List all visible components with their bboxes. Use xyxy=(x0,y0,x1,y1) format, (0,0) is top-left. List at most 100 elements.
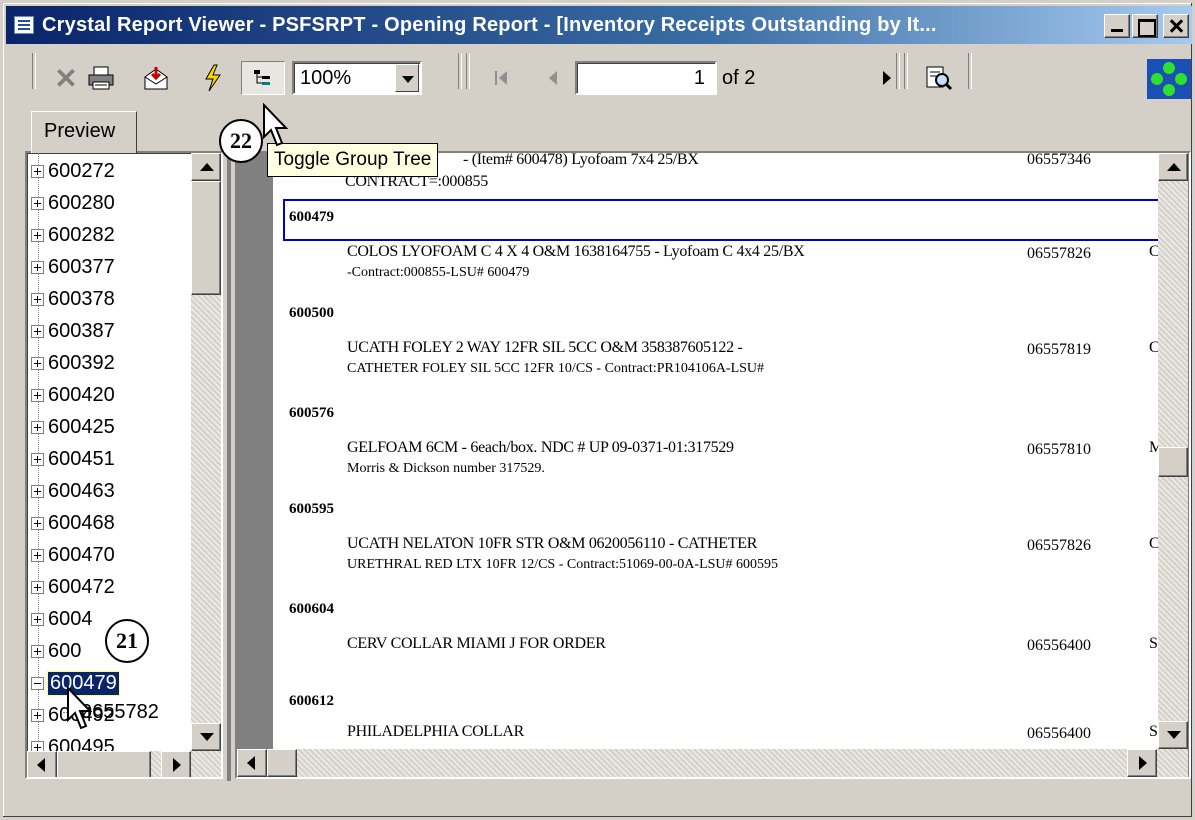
step-callout: 21 xyxy=(105,619,149,663)
toolbar: ✕ 100% 1 of 2 xyxy=(6,45,1192,111)
tree-item[interactable]: 600387 xyxy=(31,315,115,347)
scroll-right-button[interactable] xyxy=(161,751,191,777)
page-number-input[interactable]: 1 xyxy=(575,61,717,95)
tree-item[interactable]: 600463 xyxy=(31,475,115,507)
tree-item-label: 600377 xyxy=(48,255,115,278)
tree-item[interactable]: 600468 xyxy=(31,507,115,539)
tree-vertical-scrollbar[interactable] xyxy=(191,153,221,751)
group-header: 600612 xyxy=(289,693,334,709)
splitter-bar xyxy=(227,151,231,781)
tree-item-label: 600280 xyxy=(48,191,115,214)
tree-item[interactable]: 600451 xyxy=(31,443,115,475)
logo-dot xyxy=(1163,62,1175,74)
tree-item-label: 600472 xyxy=(48,575,115,598)
tree-item-label: 600282 xyxy=(48,223,115,246)
tree-item[interactable]: 6004 xyxy=(31,603,93,635)
group-header: 600479 xyxy=(289,209,334,225)
scroll-left-button[interactable] xyxy=(27,751,57,777)
expand-icon[interactable] xyxy=(31,324,44,338)
selected-group-highlight xyxy=(283,199,1158,241)
prev-page-icon[interactable] xyxy=(538,63,568,93)
tree-item[interactable]: 600420 xyxy=(31,379,115,411)
group-header: 600595 xyxy=(289,501,334,517)
tree-item[interactable]: 600472 xyxy=(31,571,115,603)
export-icon[interactable] xyxy=(141,63,171,93)
first-page-icon[interactable] xyxy=(486,63,516,93)
expand-icon[interactable] xyxy=(31,164,44,178)
tree-item[interactable]: 600280 xyxy=(31,187,115,219)
group-tree-icon[interactable] xyxy=(241,61,285,95)
group-header: 600500 xyxy=(289,305,334,321)
group-header: 600604 xyxy=(289,601,334,617)
zoom-value: 100% xyxy=(300,67,352,89)
tree-item-label: 600 xyxy=(48,639,82,662)
item-description: GELFOAM 6CM - 6each/box. NDC # UP 09-037… xyxy=(347,439,734,456)
expand-icon[interactable] xyxy=(31,708,44,722)
tree-item-label: 600392 xyxy=(48,351,115,374)
tree-item-label: 600451 xyxy=(48,447,115,470)
item-description-line2: Morris & Dickson number 317529. xyxy=(347,461,545,476)
receipt-number: 06557819 xyxy=(1027,341,1091,358)
collapse-icon[interactable] xyxy=(31,676,44,690)
tree-item[interactable]: 600378 xyxy=(31,283,115,315)
expand-icon[interactable] xyxy=(31,228,44,242)
tree-item[interactable]: 600 xyxy=(31,635,81,667)
search-icon[interactable] xyxy=(924,63,954,93)
expand-icon[interactable] xyxy=(31,292,44,306)
tree-item[interactable]: 600392 xyxy=(31,347,115,379)
group-tree-panel[interactable]: 600272 600280 600282 600377 600378 600387 6003… xyxy=(25,151,223,779)
scroll-up-button[interactable] xyxy=(1158,153,1188,181)
scroll-left-button[interactable] xyxy=(237,749,267,777)
expand-icon[interactable] xyxy=(31,260,44,274)
scroll-down-button[interactable] xyxy=(191,723,221,751)
item-description: UCATH FOLEY 2 WAY 12FR SIL 5CC O&M 35838… xyxy=(347,339,743,356)
scroll-right-button[interactable] xyxy=(1127,749,1157,777)
expand-icon[interactable] xyxy=(31,612,44,626)
tree-item-label: 600387 xyxy=(48,319,115,342)
report-horizontal-scrollbar[interactable] xyxy=(237,749,1188,777)
page-count-label: of 2 xyxy=(722,67,756,89)
expand-icon[interactable] xyxy=(31,484,44,498)
minimize-button[interactable] xyxy=(1104,14,1130,38)
tree-item[interactable]: 600425 xyxy=(31,411,115,443)
toolbar-separator xyxy=(896,53,900,89)
title-bar[interactable]: Crystal Report Viewer - PSFSRPT - Openin… xyxy=(6,6,1192,44)
tree-item-label: 600463 xyxy=(48,479,115,502)
tree-item[interactable]: 600282 xyxy=(31,219,115,251)
expand-icon[interactable] xyxy=(31,356,44,370)
scroll-thumb[interactable] xyxy=(267,749,297,777)
report-partial-number: 06557346 xyxy=(1027,153,1091,168)
scroll-down-button[interactable] xyxy=(1158,721,1188,749)
tree-horizontal-scrollbar[interactable] xyxy=(27,751,221,777)
expand-icon[interactable] xyxy=(31,644,44,658)
receipt-number: 06557826 xyxy=(1027,245,1091,262)
refresh-icon[interactable] xyxy=(198,63,228,93)
expand-icon[interactable] xyxy=(31,420,44,434)
maximize-button[interactable] xyxy=(1132,14,1158,38)
logo-dot xyxy=(1175,73,1187,85)
expand-icon[interactable] xyxy=(31,196,44,210)
close-icon[interactable]: ✕ xyxy=(51,63,81,94)
expand-icon[interactable] xyxy=(31,516,44,530)
tree-item[interactable]: 600272 xyxy=(31,155,115,187)
expand-icon[interactable] xyxy=(31,548,44,562)
chevron-down-icon[interactable] xyxy=(395,64,419,92)
item-description: UCATH NELATON 10FR STR O&M 0620056110 - … xyxy=(347,535,758,552)
toolbar-separator xyxy=(904,53,908,89)
tree-item-label: 600378 xyxy=(48,287,115,310)
scroll-up-button[interactable] xyxy=(191,153,221,181)
expand-icon[interactable] xyxy=(31,580,44,594)
tree-item[interactable]: 600470 xyxy=(31,539,115,571)
expand-icon[interactable] xyxy=(31,388,44,402)
expand-icon[interactable] xyxy=(31,452,44,466)
report-vertical-scrollbar[interactable] xyxy=(1158,153,1188,749)
tab-preview[interactable]: Preview xyxy=(31,111,137,153)
close-window-button[interactable] xyxy=(1163,14,1189,38)
scroll-thumb[interactable] xyxy=(1158,447,1188,477)
tree-item[interactable]: 600377 xyxy=(31,251,115,283)
zoom-select[interactable]: 100% xyxy=(292,61,422,95)
scroll-thumb[interactable] xyxy=(57,751,151,777)
print-icon[interactable] xyxy=(86,63,116,93)
logo-dot xyxy=(1163,84,1175,96)
scroll-thumb[interactable] xyxy=(191,181,221,295)
